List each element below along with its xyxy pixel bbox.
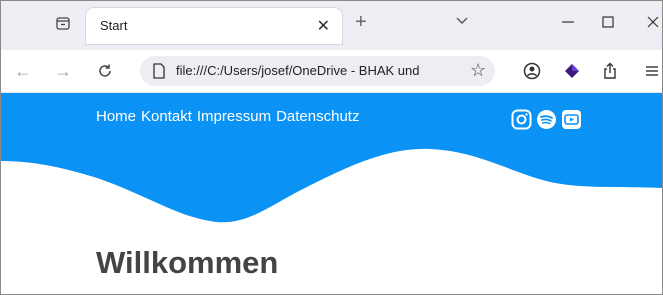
close-window-button[interactable] [635, 10, 663, 34]
url-text: file:///C:/Users/josef/OneDrive - BHAK u… [176, 63, 420, 78]
youtube-icon [562, 110, 581, 129]
share-icon [604, 62, 616, 79]
back-arrow-icon: ← [14, 60, 32, 81]
minimize-button[interactable] [550, 10, 586, 34]
social-links [511, 109, 582, 130]
profile-icon [523, 62, 541, 80]
spotify-link[interactable] [536, 109, 557, 130]
back-button[interactable]: ← [10, 58, 36, 84]
tab-strip: Start ✕ + [0, 0, 663, 50]
profile-button[interactable] [520, 59, 544, 83]
minimize-icon [562, 21, 574, 23]
nav-datenschutz[interactable]: Datenschutz [276, 108, 359, 125]
tab-start[interactable]: Start ✕ [86, 8, 342, 44]
tab-search-button[interactable] [455, 14, 469, 33]
spotify-icon [537, 110, 556, 129]
web-page: Home Kontakt Impressum Datenschutz Willk… [0, 93, 663, 295]
instagram-icon [511, 109, 532, 130]
nav-home[interactable]: Home [96, 108, 136, 125]
new-tab-button[interactable]: + [355, 12, 367, 32]
extension-button[interactable] [560, 59, 584, 83]
tab-actions-icon [56, 17, 70, 30]
browser-toolbar: ← → file:///C:/Users/josef/OneDrive - BH… [0, 50, 663, 93]
maximize-button[interactable] [590, 10, 626, 34]
extension-diamond-icon [565, 64, 579, 78]
page-icon [153, 63, 165, 79]
tab-actions-button[interactable] [52, 12, 74, 34]
forward-button[interactable]: → [50, 58, 76, 84]
instagram-link[interactable] [511, 109, 532, 130]
tab-close-icon[interactable]: ✕ [317, 16, 330, 36]
site-nav: Home Kontakt Impressum Datenschutz [96, 108, 359, 125]
maximize-icon [602, 16, 614, 28]
menu-button[interactable] [640, 59, 663, 83]
page-heading: Willkommen [96, 245, 279, 280]
share-button[interactable] [598, 59, 622, 83]
address-bar[interactable]: file:///C:/Users/josef/OneDrive - BHAK u… [140, 56, 495, 86]
reload-button[interactable] [92, 58, 118, 84]
bookmark-star-icon[interactable]: ☆ [470, 60, 486, 81]
close-icon [647, 16, 659, 28]
nav-impressum[interactable]: Impressum [197, 108, 271, 125]
reload-icon [99, 64, 111, 77]
forward-arrow-icon: → [54, 60, 72, 81]
nav-kontakt[interactable]: Kontakt [141, 108, 192, 125]
chevron-down-icon [456, 17, 468, 24]
youtube-link[interactable] [561, 109, 582, 130]
hamburger-menu-icon [646, 66, 658, 76]
tab-title: Start [100, 18, 128, 33]
